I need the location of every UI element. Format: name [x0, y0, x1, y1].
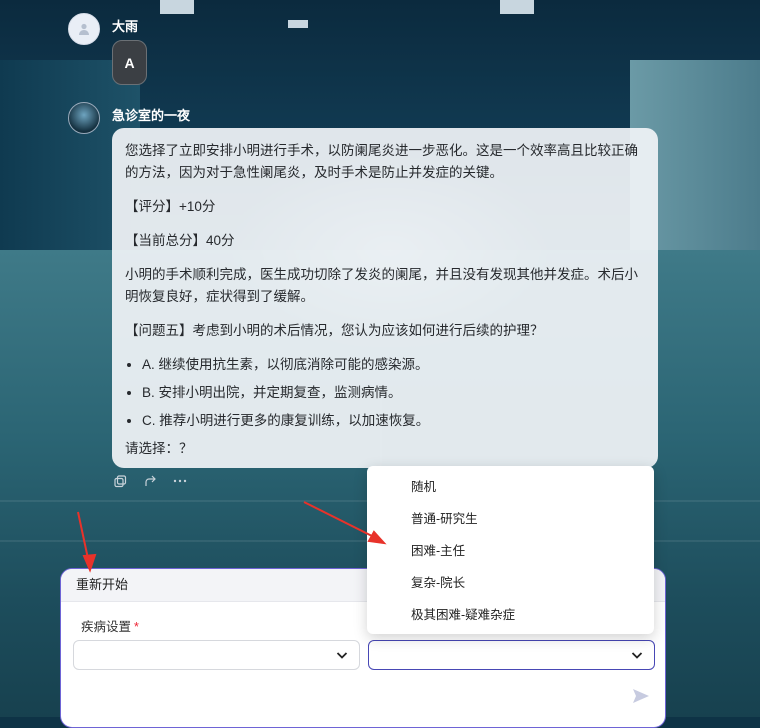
dropdown-option-normal[interactable]: 普通-研究生	[367, 504, 654, 536]
answer-option: C. 推荐小明进行更多的康复训练，以加速恢复。	[142, 410, 644, 432]
message-actions	[113, 474, 187, 488]
score-line: 【评分】+10分	[125, 199, 216, 214]
dropdown-option-complex[interactable]: 复杂-院长	[367, 568, 654, 600]
choose-prompt: 请选择：？	[125, 441, 193, 456]
answer-options-list: A. 继续使用抗生素，以彻底消除可能的感染源。 B. 安排小明出院，并定期复查，…	[125, 354, 644, 432]
chevron-down-icon	[336, 652, 348, 659]
copy-icon[interactable]	[113, 474, 127, 488]
message-paragraph: 您选择了立即安排小明进行手术，以防阑尾炎进一步恶化。这是一个效率高且比较正确的方…	[125, 143, 638, 180]
bot-avatar	[68, 102, 100, 134]
dropdown-option-hard[interactable]: 困难-主任	[367, 536, 654, 568]
more-icon[interactable]	[173, 474, 187, 488]
bot-name: 急诊室的一夜	[112, 108, 191, 123]
answer-option: B. 安排小明出院，并定期复查，监测病情。	[142, 382, 644, 404]
question-line: 【问题五】考虑到小明的术后情况，您认为应该如何进行后续的护理？	[125, 323, 544, 338]
user-icon	[79, 23, 89, 35]
user-message-bubble: A	[112, 40, 147, 85]
total-score-line: 【当前总分】40分	[125, 233, 235, 248]
chevron-down-icon	[631, 652, 643, 659]
bot-message-bubble: 您选择了立即安排小明进行手术，以防阑尾炎进一步恶化。这是一个效率高且比较正确的方…	[112, 128, 658, 468]
difficulty-select[interactable]	[368, 640, 655, 670]
dropdown-option-random[interactable]: 随机	[367, 472, 654, 504]
difficulty-dropdown: 随机 普通-研究生 困难-主任 复杂-院长 极其困难-疑难杂症	[367, 466, 654, 634]
field-label-text: 疾病设置	[81, 620, 132, 634]
dropdown-option-extreme[interactable]: 极其困难-疑难杂症	[367, 600, 654, 632]
disease-select[interactable]	[73, 640, 360, 670]
send-icon[interactable]	[632, 687, 650, 705]
user-name: 大雨	[112, 19, 139, 34]
disease-setting-label: 疾病设置 *	[81, 616, 139, 635]
answer-option: A. 继续使用抗生素，以彻底消除可能的感染源。	[142, 354, 644, 376]
user-avatar	[68, 13, 100, 45]
message-paragraph: 小明的手术顺利完成，医生成功切除了发炎的阑尾，并且没有发现其他并发症。术后小明恢…	[125, 267, 638, 304]
share-icon[interactable]	[143, 474, 157, 488]
required-mark: *	[134, 620, 139, 634]
